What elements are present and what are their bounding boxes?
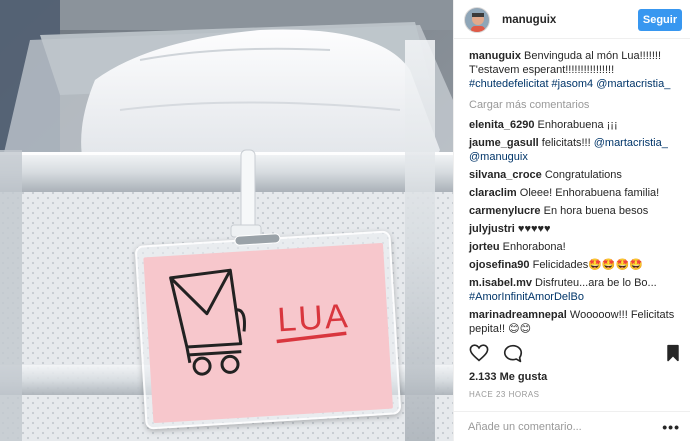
comment-username[interactable]: julyjustri [469,223,515,235]
like-count[interactable]: 2.133 Me gusta [454,371,690,383]
comment-item: marinadreamnepal Wooooow!!! Felicitats p… [469,308,678,335]
comment-item: julyjustri ♥♥♥♥♥ [469,222,678,236]
bookmark-icon[interactable] [666,344,680,362]
comment-username[interactable]: ojosefina90 [469,259,530,271]
comment-bubble-icon[interactable] [503,344,523,363]
caption-username[interactable]: manuguix [469,50,521,62]
header-username[interactable]: manuguix [502,14,638,26]
comment-username[interactable]: elenita_6290 [469,119,534,131]
comment-item: jorteu Enhorabona! [469,240,678,254]
heart-icon[interactable] [469,344,489,362]
comment-input[interactable] [468,420,663,433]
post-footer: 2.133 Me gusta HACE 23 HORAS [454,335,690,399]
comment-username[interactable]: marinadreamnepal [469,309,567,321]
comment-item: silvana_croce Congratulations [469,168,678,182]
more-dots-icon[interactable]: ••• [662,419,680,435]
name-tag: LUA [134,230,402,430]
post-sidebar: manuguix Seguir manuguix Benvinguda al m… [453,0,690,441]
follow-button[interactable]: Seguir [638,8,682,31]
comment-hashtag[interactable]: #AmorInfinitAmorDelBo [469,291,584,303]
post-caption: manuguix Benvinguda al món Lua!!!!!!! T'… [469,49,678,91]
post-header: manuguix Seguir [454,1,690,39]
avatar[interactable] [464,6,490,33]
comment-username[interactable]: jaume_gasull [469,137,539,149]
stroller-drawing-icon: LUA [169,268,351,376]
tag-card: LUA [143,242,394,424]
comment-text: Disfruteu...ara be lo Bo... [535,277,657,289]
comment-text: felicitats!!! [541,137,594,149]
post-timestamp: HACE 23 HORAS [469,390,540,399]
comment-text: Oleee! Enhorabuena familia! [519,187,660,199]
comment-username[interactable]: jorteu [469,241,500,253]
comment-item: jaume_gasull felicitats!!! @martacristia… [469,136,678,164]
post-photo[interactable]: LUA [0,0,453,441]
comment-item: claraclim Oleee! Enhorabuena familia! [469,186,678,200]
comment-item: m.isabel.mv Disfruteu...ara be lo Bo... … [469,276,678,304]
comment-item: elenita_6290 Enhorabuena ¡¡¡ [469,118,678,132]
load-more-comments[interactable]: Cargar más comentarios [469,98,678,112]
comment-item: ojosefina90 Felicidades🤩🤩🤩🤩 [469,258,678,272]
comment-username[interactable]: carmenylucre [469,205,541,217]
comment-text: Congratulations [544,169,622,181]
profile-photo-icon [465,7,489,32]
comment-username[interactable]: silvana_croce [469,169,542,181]
comment-text: En hora buena besos [543,205,649,217]
comment-username[interactable]: claraclim [469,187,517,199]
comment-username[interactable]: m.isabel.mv [469,277,532,289]
comment-text: Enhorabuena ¡¡¡ [537,119,618,131]
action-bar [454,335,690,371]
caption-hashtags[interactable]: #chutedefelicitat #jasom4 @martacristia_ [469,78,670,90]
comment-item: carmenylucre En hora buena besos [469,204,678,218]
add-comment-bar: ••• [454,411,690,441]
comment-text: Enhorabona! [502,241,566,253]
comment-text: ♥♥♥♥♥ [517,223,551,235]
comments-list: manuguix Benvinguda al món Lua!!!!!!! T'… [454,39,690,335]
instagram-post: LUA manuguix Seguir manuguix Benvinguda … [0,0,690,441]
comment-text: Felicidades🤩🤩🤩🤩 [532,259,644,271]
